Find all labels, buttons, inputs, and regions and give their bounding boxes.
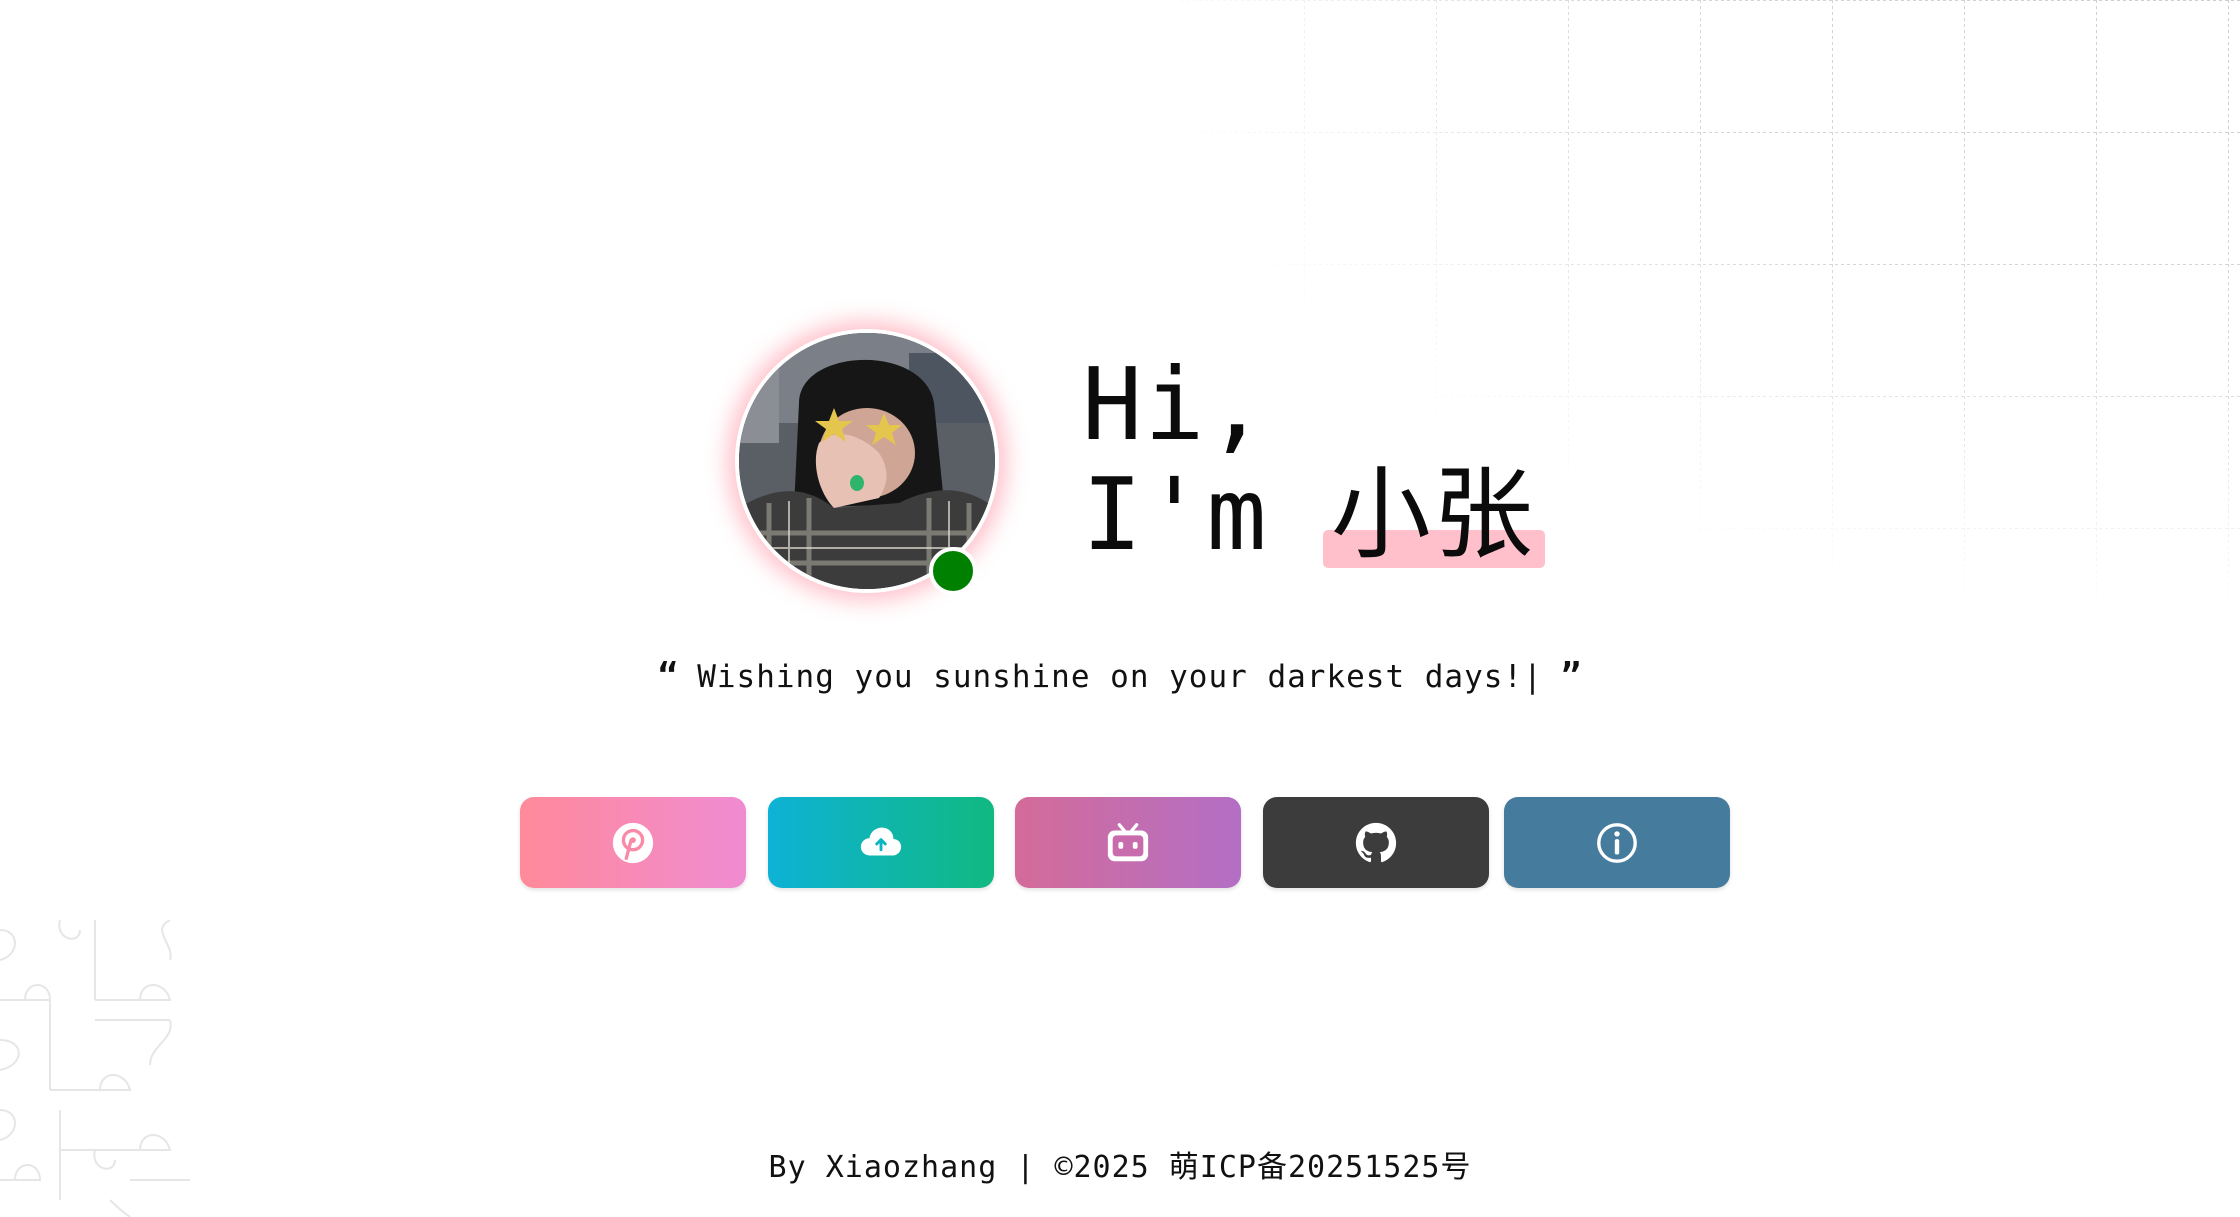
quote-close-mark: ” (1560, 656, 1583, 696)
greeting-heading: Hi, I'm 小张 (1082, 346, 1545, 573)
footer-copyright: By Xiaozhang | ©2025 萌ICP备20251525号 (768, 1150, 1472, 1185)
github-button[interactable] (1263, 797, 1489, 888)
greeting-line-1: Hi, (1082, 346, 1269, 463)
info-icon (1597, 822, 1637, 863)
online-status-dot (929, 547, 977, 595)
author-name: 小张 (1330, 456, 1535, 573)
bilibili-icon (1107, 822, 1149, 861)
name-highlight-wrap: 小张 (1322, 460, 1545, 570)
quote-text: Wishing you sunshine on your darkest day… (697, 659, 1543, 695)
pinterest-icon (612, 822, 654, 863)
bilibili-button[interactable] (1015, 797, 1241, 888)
github-icon (1355, 822, 1397, 862)
avatar-container (731, 325, 1001, 595)
cloud-upload-icon (860, 827, 902, 855)
blog-button[interactable] (520, 797, 746, 888)
motto-quote: “ Wishing you sunshine on your darkest da… (0, 656, 2240, 696)
info-button[interactable] (1504, 797, 1730, 888)
greeting-prefix: I'm (1082, 456, 1331, 573)
quote-open-mark: “ (657, 656, 680, 696)
page: Hi, I'm 小张 “ Wishing you sunshine on your… (0, 0, 2240, 1217)
social-links (520, 797, 1730, 888)
cloud-button[interactable] (768, 797, 994, 888)
